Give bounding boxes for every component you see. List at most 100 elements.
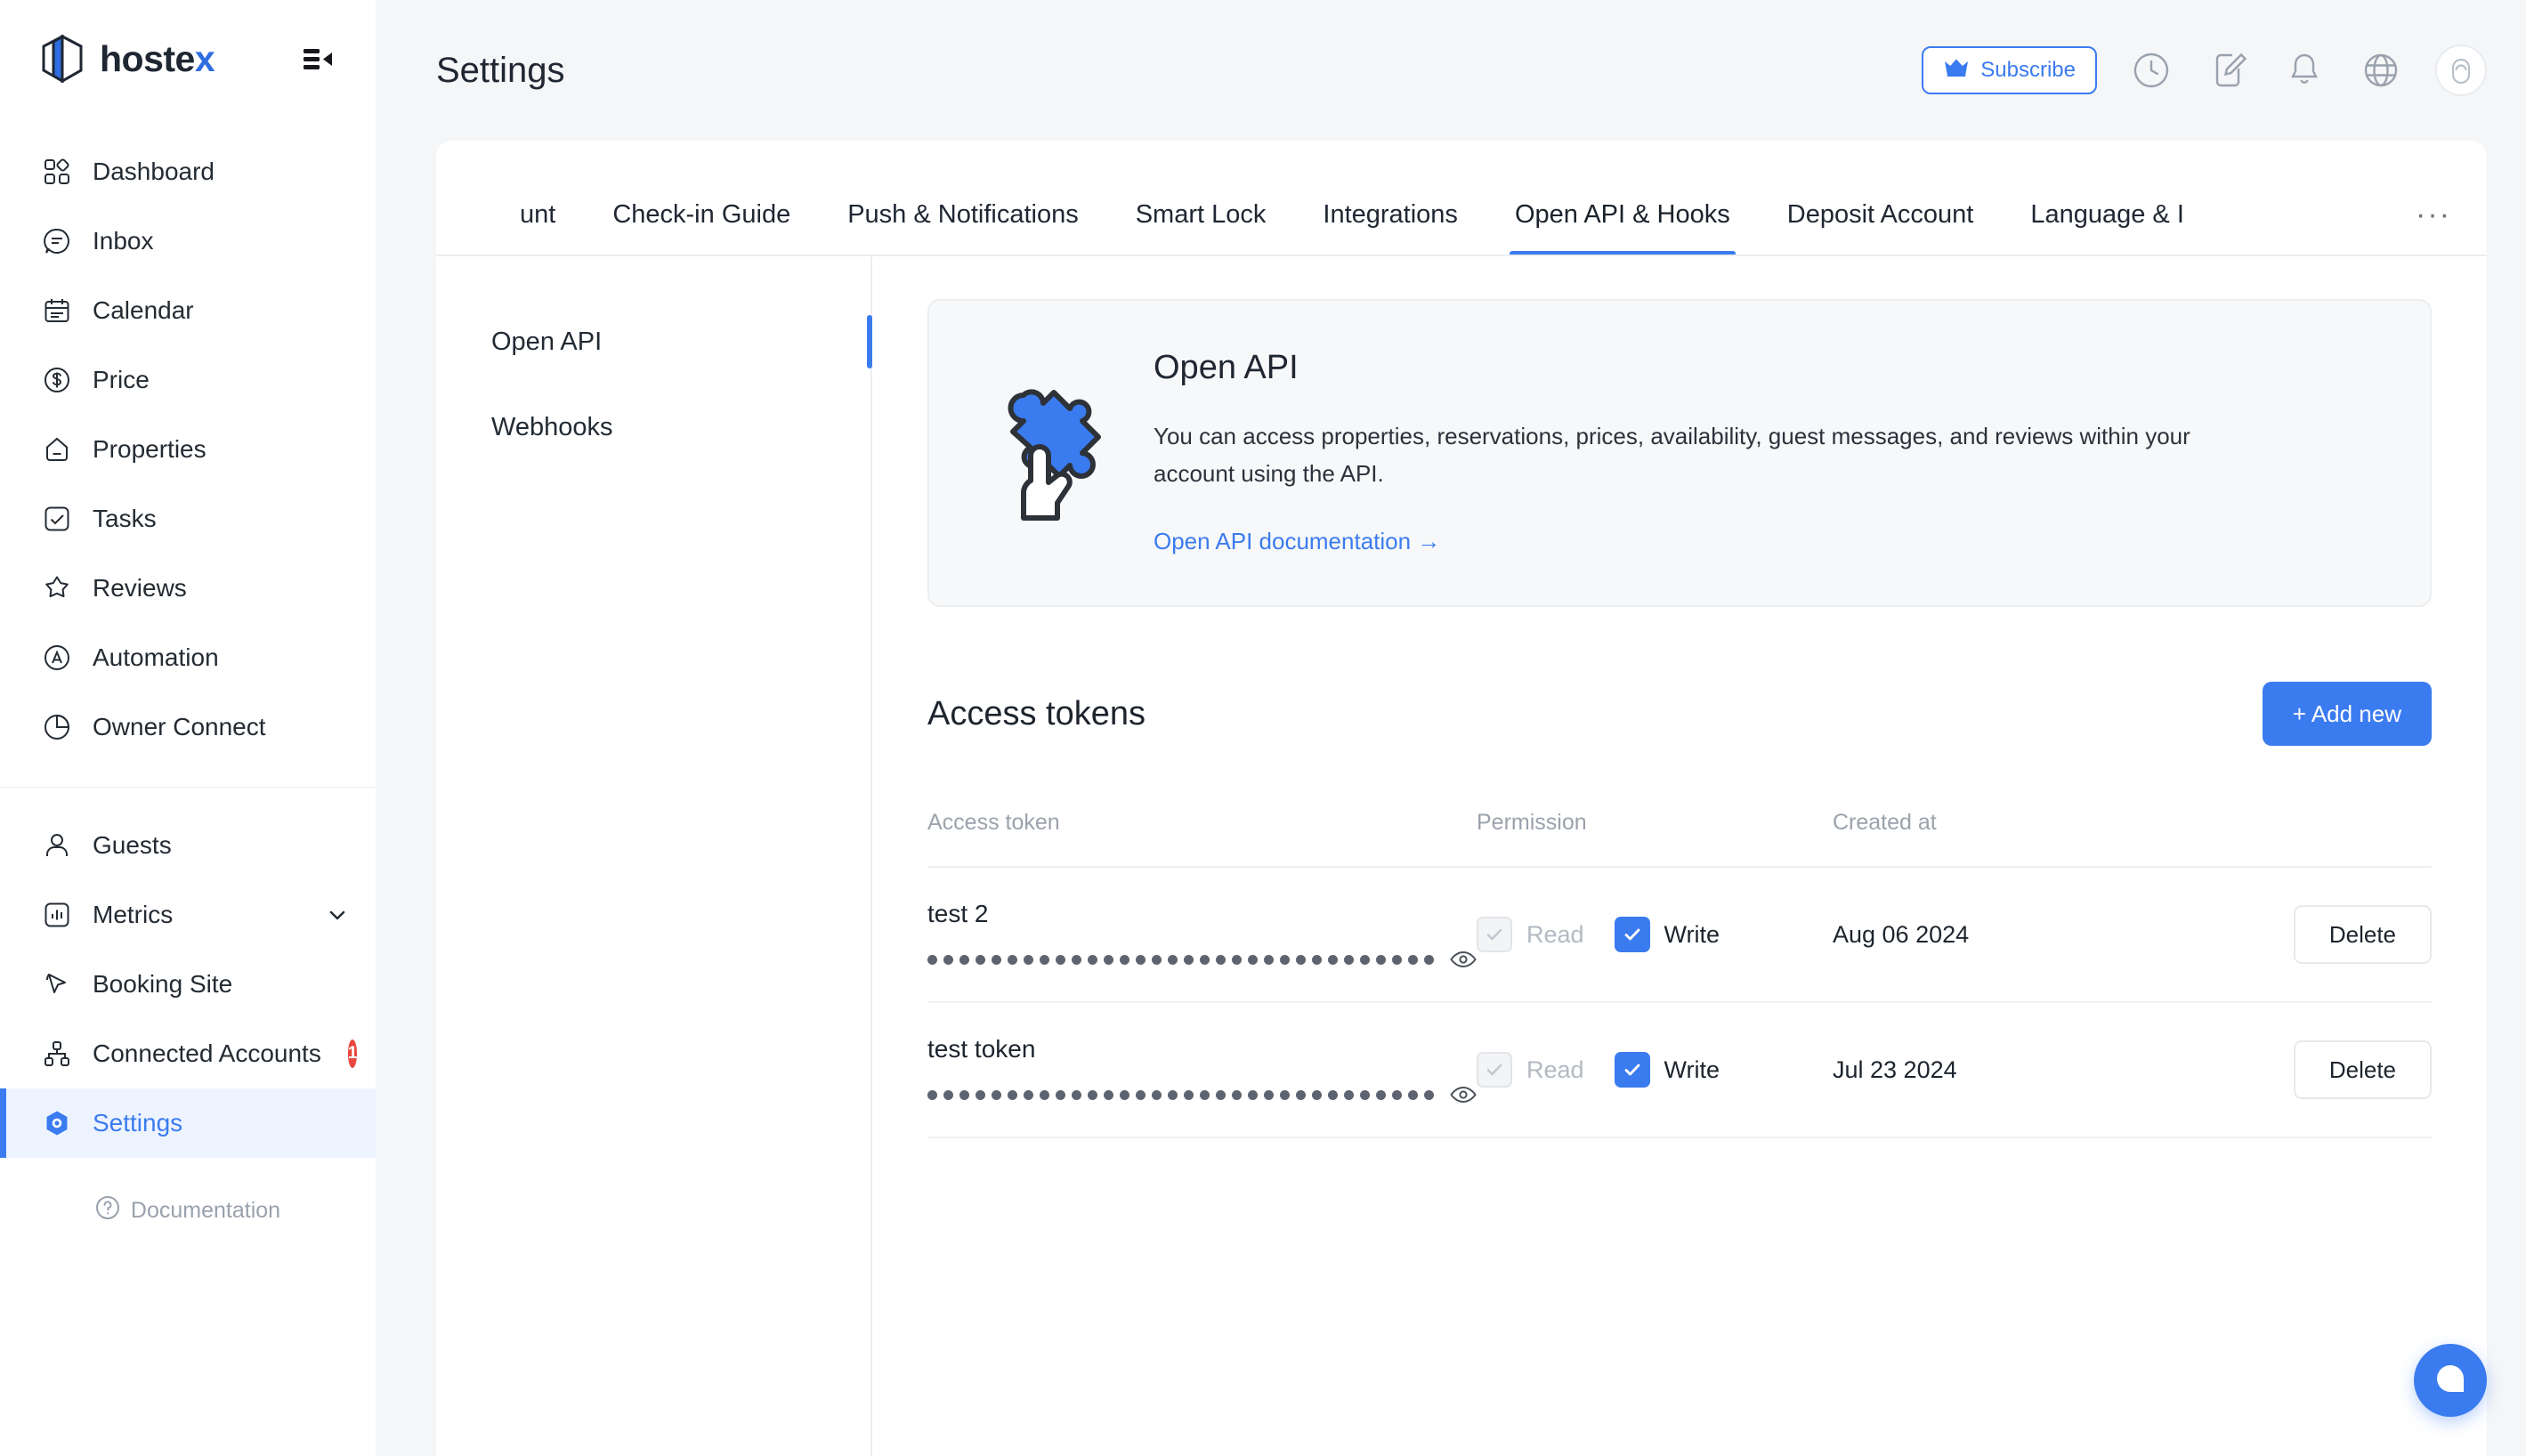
open-api-info-card: Open API You can access properties, rese… bbox=[927, 299, 2432, 608]
sidebar-item-automation[interactable]: Automation bbox=[0, 623, 376, 692]
puzzle-hand-icon bbox=[984, 349, 1105, 530]
sidebar-item-dashboard[interactable]: Dashboard bbox=[0, 137, 376, 206]
cell-permission: Read Write bbox=[1477, 1002, 1833, 1139]
table-row: test token Read Write Jul 23 2024 Delete bbox=[927, 1002, 2432, 1139]
sidebar-item-price[interactable]: Price bbox=[0, 345, 376, 415]
cell-actions: Delete bbox=[2206, 1002, 2432, 1139]
chat-widget-button[interactable] bbox=[2414, 1344, 2487, 1417]
read-checkbox bbox=[1477, 1052, 1512, 1088]
sidebar-item-settings[interactable]: Settings bbox=[0, 1088, 376, 1158]
star-icon bbox=[41, 572, 73, 604]
tab-account-partial[interactable]: unt bbox=[491, 202, 584, 255]
tab-integrations[interactable]: Integrations bbox=[1294, 202, 1486, 255]
tabs-overflow-button[interactable]: ··· bbox=[2416, 199, 2451, 230]
brand-name: hostex bbox=[100, 37, 215, 79]
tab-push-notifications[interactable]: Push & Notifications bbox=[819, 202, 1107, 255]
globe-icon[interactable] bbox=[2359, 48, 2403, 93]
sidebar-item-owner-connect[interactable]: Owner Connect bbox=[0, 692, 376, 762]
cell-created-at: Jul 23 2024 bbox=[1833, 1002, 2206, 1139]
sidebar-item-label: Metrics bbox=[93, 901, 174, 928]
sidebar-item-label: Properties bbox=[93, 435, 206, 463]
sidebar-item-reviews[interactable]: Reviews bbox=[0, 554, 376, 623]
tabs-fade-right bbox=[2353, 176, 2389, 253]
topbar: Settings Subscribe bbox=[376, 0, 2526, 141]
subnav-item-open-api[interactable]: Open API bbox=[436, 299, 872, 384]
subscribe-label: Subscribe bbox=[1980, 58, 2076, 82]
created-at-value: Aug 06 2024 bbox=[1833, 920, 1970, 948]
tab-language[interactable]: Language & I bbox=[2002, 202, 2213, 255]
collapse-sidebar-icon[interactable] bbox=[299, 39, 338, 78]
sidebar-item-metrics[interactable]: Metrics bbox=[0, 880, 376, 950]
tab-check-in-guide[interactable]: Check-in Guide bbox=[584, 202, 819, 255]
tab-open-api-hooks[interactable]: Open API & Hooks bbox=[1486, 202, 1759, 255]
cell-access-token: test 2 bbox=[927, 867, 1477, 1004]
access-tokens-header: Access tokens + Add new bbox=[927, 682, 2432, 747]
chat-bubble-icon bbox=[2433, 1361, 2468, 1401]
write-checkbox[interactable] bbox=[1614, 1052, 1650, 1088]
sidebar-item-tasks[interactable]: Tasks bbox=[0, 484, 376, 554]
subscribe-button[interactable]: Subscribe bbox=[1922, 46, 2097, 94]
sidebar-item-label: Guests bbox=[93, 831, 172, 859]
bell-icon[interactable] bbox=[2282, 48, 2327, 93]
open-api-documentation-link[interactable]: Open API documentation → bbox=[1154, 528, 1440, 555]
sidebar-item-calendar[interactable]: Calendar bbox=[0, 276, 376, 345]
sidebar-nav-secondary: Guests Metrics Booking Site Connected Ac… bbox=[0, 788, 376, 1226]
edit-note-icon[interactable] bbox=[2206, 48, 2250, 93]
cell-created-at: Aug 06 2024 bbox=[1833, 867, 2206, 1004]
token-masked-value bbox=[927, 1089, 1434, 1100]
sidebar-documentation-label: Documentation bbox=[130, 1198, 281, 1223]
eye-icon[interactable] bbox=[1450, 950, 1477, 969]
subnav-item-label: Open API bbox=[491, 327, 603, 356]
sidebar-item-guests[interactable]: Guests bbox=[0, 811, 376, 880]
cell-permission: Read Write bbox=[1477, 867, 1833, 1004]
delete-token-button[interactable]: Delete bbox=[2293, 905, 2432, 965]
permission-read: Read bbox=[1477, 917, 1584, 953]
cell-actions: Delete bbox=[2206, 867, 2432, 1004]
chevron-down-icon[interactable] bbox=[324, 902, 351, 928]
history-clock-icon[interactable] bbox=[2129, 48, 2174, 93]
open-api-card-description: You can access properties, reservations,… bbox=[1154, 423, 2190, 488]
sidebar-item-label: Owner Connect bbox=[93, 713, 266, 740]
sidebar-item-label: Price bbox=[93, 366, 150, 393]
hostex-logo-icon bbox=[42, 35, 83, 83]
sidebar-item-label: Tasks bbox=[93, 505, 157, 532]
status-badge: 1 bbox=[347, 1039, 358, 1068]
tab-smart-lock[interactable]: Smart Lock bbox=[1107, 202, 1295, 255]
sidebar-item-inbox[interactable]: Inbox bbox=[0, 206, 376, 276]
write-checkbox[interactable] bbox=[1614, 917, 1650, 953]
subnav-item-webhooks[interactable]: Webhooks bbox=[436, 384, 870, 470]
cell-access-token: test token bbox=[927, 1002, 1477, 1139]
brand[interactable]: hostex bbox=[41, 35, 215, 83]
sidebar-item-connected-accounts[interactable]: Connected Accounts 1 bbox=[0, 1019, 376, 1088]
settings-tabs: unt Check-in Guide Push & Notifications … bbox=[436, 141, 2487, 256]
add-new-token-button[interactable]: + Add new bbox=[2262, 682, 2432, 747]
eye-icon[interactable] bbox=[1450, 1085, 1477, 1104]
sidebar-item-documentation[interactable]: Documentation bbox=[0, 1195, 376, 1226]
sidebar-nav-primary: Dashboard Inbox Calendar Price Propertie… bbox=[0, 117, 376, 762]
question-circle-icon bbox=[95, 1195, 120, 1226]
read-label: Read bbox=[1526, 1056, 1584, 1083]
avatar[interactable] bbox=[2435, 44, 2487, 96]
subnav-item-label: Webhooks bbox=[491, 412, 613, 441]
sidebar-item-label: Booking Site bbox=[93, 970, 233, 998]
delete-token-button[interactable]: Delete bbox=[2293, 1040, 2432, 1100]
sidebar-item-properties[interactable]: Properties bbox=[0, 415, 376, 484]
content-card: unt Check-in Guide Push & Notifications … bbox=[436, 141, 2487, 1456]
tabs-scroll: unt Check-in Guide Push & Notifications … bbox=[491, 141, 2213, 255]
settings-body: Open API Webhooks Open API You can acces… bbox=[436, 256, 2487, 1456]
sidebar-item-label: Settings bbox=[93, 1109, 183, 1136]
app-root: hostex Dashboard Inbox Calendar Price Pr… bbox=[0, 0, 2526, 1456]
table-head: Access token Permission Created at bbox=[927, 810, 2432, 869]
permission-write: Write bbox=[1614, 917, 1720, 953]
inbox-icon bbox=[41, 225, 73, 257]
created-at-value: Jul 23 2024 bbox=[1833, 1056, 1957, 1083]
user-icon bbox=[41, 829, 73, 861]
sidebar-item-label: Inbox bbox=[93, 227, 154, 255]
tab-deposit-account[interactable]: Deposit Account bbox=[1759, 202, 2003, 255]
sidebar-header: hostex bbox=[0, 0, 376, 117]
automation-a-icon bbox=[41, 642, 73, 674]
sidebar-item-booking-site[interactable]: Booking Site bbox=[0, 950, 376, 1019]
permission-group: Read Write bbox=[1477, 1052, 1833, 1088]
table-body: test 2 Read Write Aug 06 2024 Delete tes… bbox=[927, 867, 2432, 1139]
column-header-permission: Permission bbox=[1477, 810, 1833, 869]
